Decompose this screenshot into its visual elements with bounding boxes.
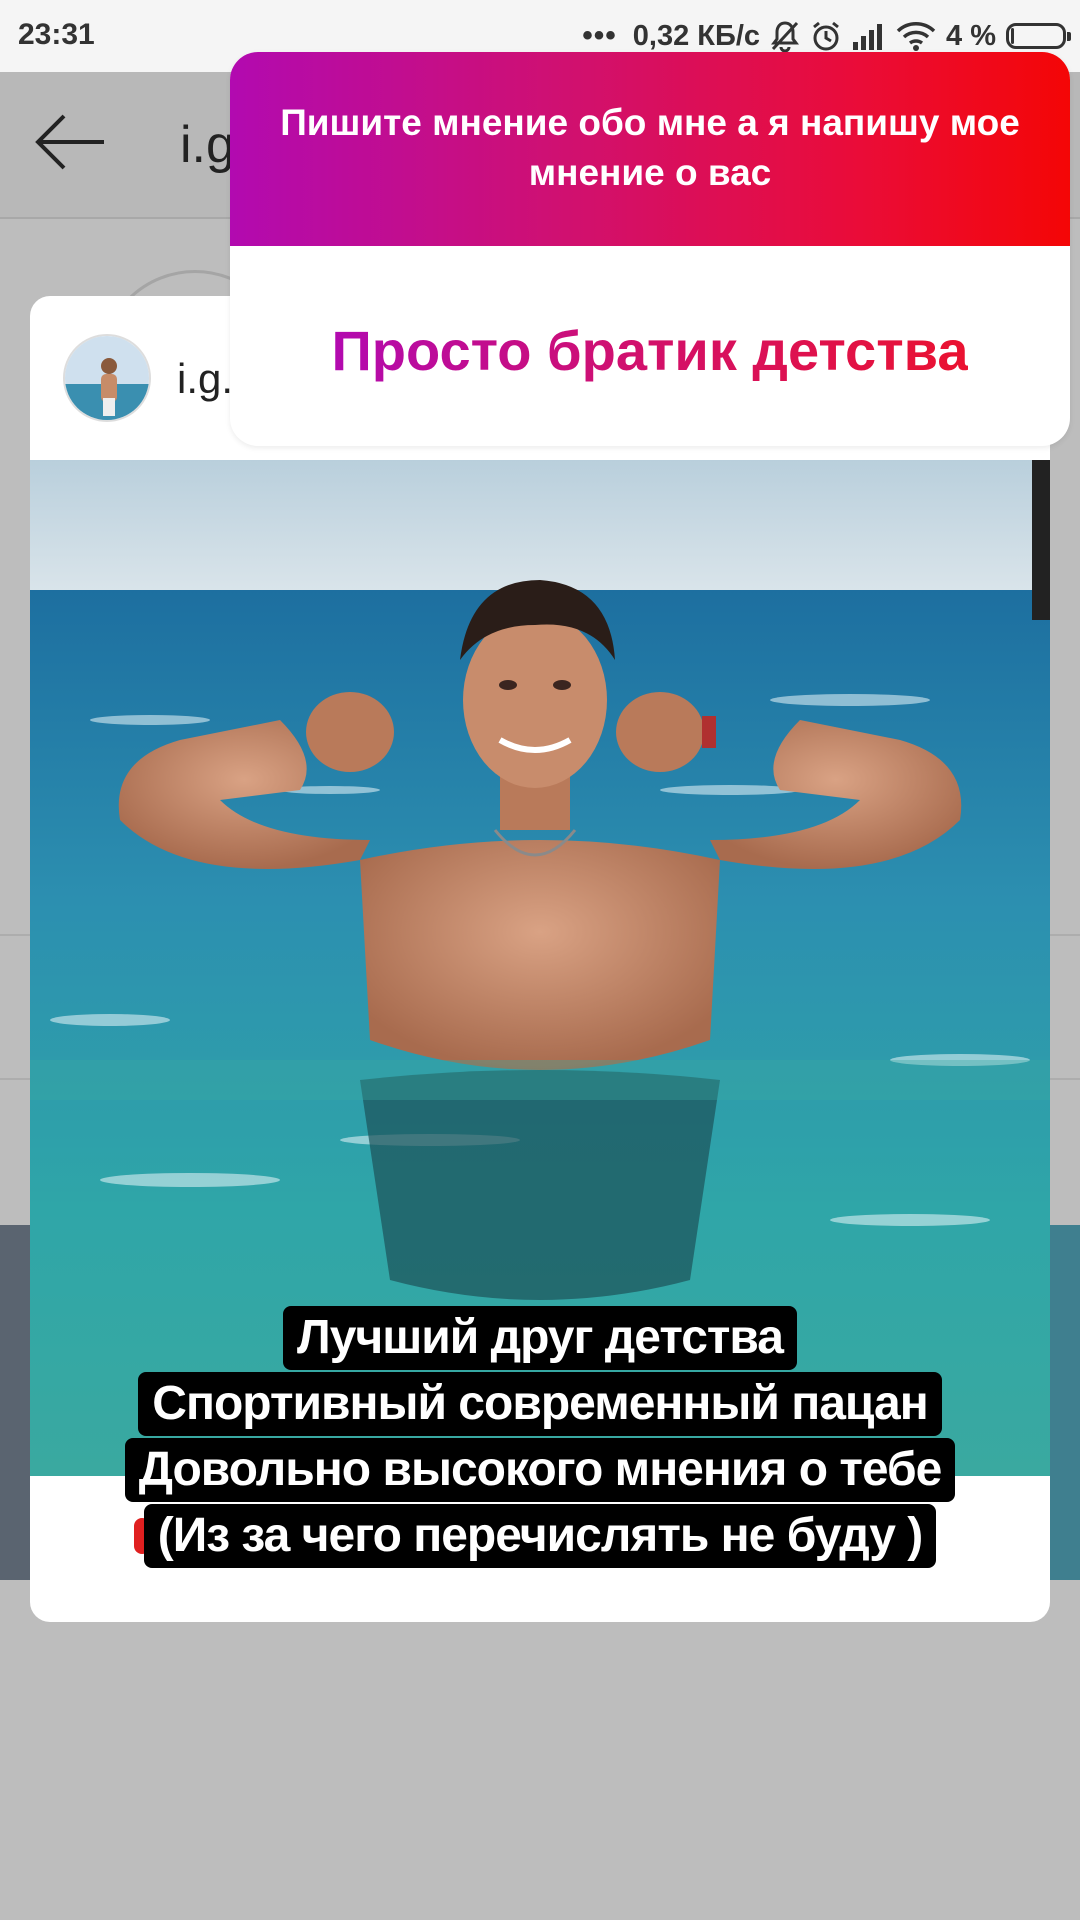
- alarm-icon: [810, 20, 842, 52]
- battery-fill: [1011, 28, 1014, 44]
- story-username: i.g.: [177, 355, 234, 402]
- wifi-icon: [896, 21, 936, 51]
- network-speed: 0,32 КБ/с: [632, 19, 761, 52]
- bell-off-icon: [770, 20, 800, 52]
- avatar[interactable]: [63, 334, 151, 422]
- caption-line: Довольно высокого мнения о тебе: [124, 1438, 956, 1502]
- story-caption: Лучший друг детства Спортивный современн…: [0, 1306, 1080, 1570]
- status-time: 23:31: [18, 18, 95, 51]
- battery-percent: 4 %: [946, 19, 996, 52]
- back-arrow-icon[interactable]: [32, 112, 108, 177]
- caption-line: (Из за чего перечислять не буду ): [143, 1504, 937, 1568]
- sticker-question: Пишите мнение обо мне а я напишу мое мне…: [280, 102, 1020, 193]
- sticker-question-area: Пишите мнение обо мне а я напишу мое мне…: [230, 52, 1070, 246]
- caption-line: Лучший друг детства: [283, 1306, 797, 1370]
- more-notifications-icon: •••: [582, 19, 617, 52]
- signal-icon: [852, 22, 886, 50]
- battery-icon: [1006, 23, 1071, 49]
- question-sticker[interactable]: Пишите мнение обо мне а я напишу мое мне…: [230, 52, 1070, 446]
- caption-line: Спортивный современный пацан: [138, 1372, 942, 1436]
- sticker-answer-text: Просто братик детства: [331, 319, 969, 382]
- sticker-answer: Просто братик детства: [230, 318, 1070, 384]
